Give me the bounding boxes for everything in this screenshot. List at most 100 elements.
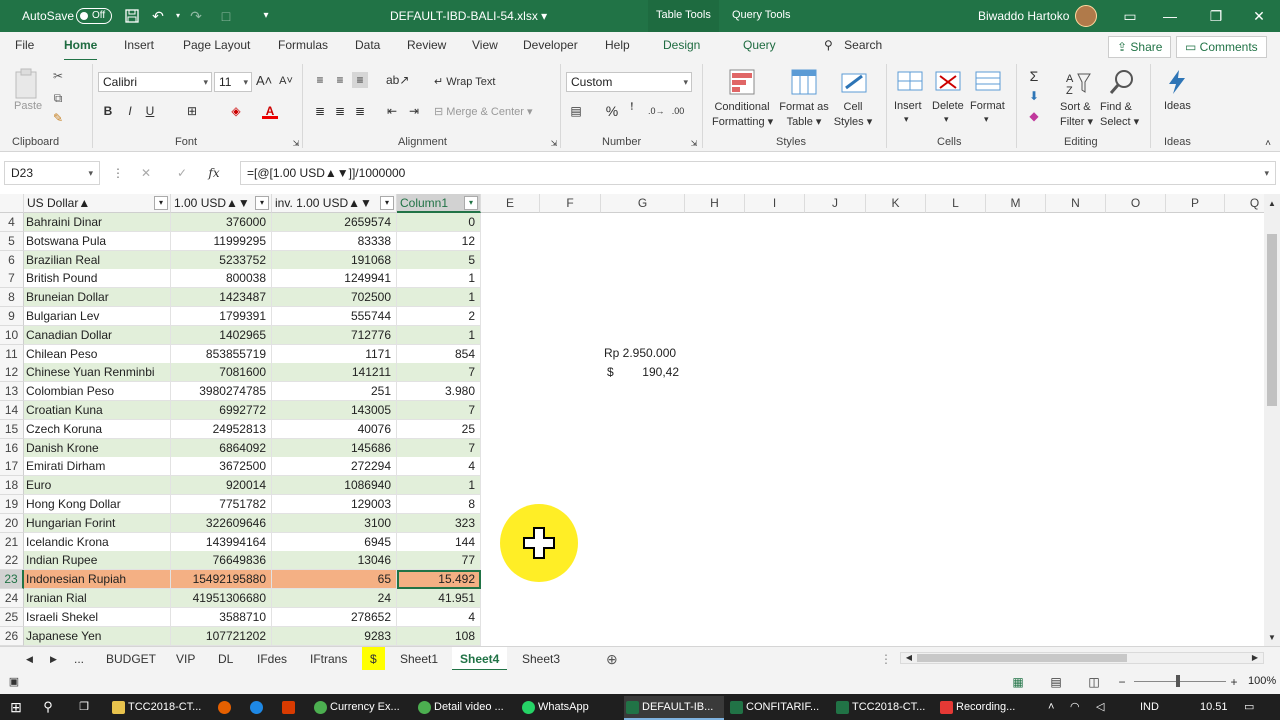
accounting-format-icon[interactable]: ▤ <box>568 103 584 119</box>
cell-styles-icon[interactable] <box>840 68 868 96</box>
sheet-tab-iftrans[interactable]: IFtrans <box>302 647 355 671</box>
cell-c1[interactable]: 15.492 <box>397 570 481 589</box>
cell-c1[interactable]: 12 <box>397 232 481 251</box>
customize-qat-icon[interactable]: ▾ <box>258 8 274 24</box>
column-header-n[interactable]: N <box>1046 194 1106 213</box>
add-sheet-icon[interactable]: ⊕ <box>598 647 626 671</box>
cell-usd[interactable]: 920014 <box>171 476 272 495</box>
tab-query[interactable]: Query <box>743 38 776 52</box>
sheet-tab-sheet1[interactable]: Sheet1 <box>392 647 446 671</box>
sheet-tab-more[interactable]: ... <box>66 647 92 671</box>
insert-cells-icon[interactable] <box>896 68 924 96</box>
redo-icon[interactable]: ↷ <box>188 8 204 24</box>
cell-usd[interactable]: 3980274785 <box>171 382 272 401</box>
wrap-text-button[interactable]: ↵ Wrap Text <box>434 75 495 88</box>
cell-c1[interactable]: 7 <box>397 401 481 420</box>
task-view-icon[interactable]: ❐ <box>72 696 96 720</box>
undo-dropdown-icon[interactable]: ▾ <box>170 8 186 24</box>
cell-usd[interactable]: 24952813 <box>171 420 272 439</box>
cell-name[interactable]: Botswana Pula <box>24 232 171 251</box>
align-bottom-icon[interactable]: ≡ <box>352 72 368 88</box>
cell-inv[interactable]: 1086940 <box>272 476 397 495</box>
network-icon[interactable]: ◠ <box>1070 696 1084 720</box>
paste-icon[interactable] <box>12 68 42 100</box>
format-as-table-button[interactable]: Format as Table ▾ <box>778 100 830 130</box>
format-as-table-icon[interactable] <box>790 68 818 96</box>
row-header[interactable]: 19 <box>0 495 24 514</box>
cell-usd[interactable]: 3672500 <box>171 457 272 476</box>
cell-c1[interactable]: 7 <box>397 439 481 458</box>
cell-styles-button[interactable]: Cell Styles ▾ <box>832 100 874 130</box>
cell-name[interactable]: Croatian Kuna <box>24 401 171 420</box>
cell-inv[interactable]: 191068 <box>272 251 397 270</box>
comments-button[interactable]: ▭ Comments <box>1176 36 1267 58</box>
zoom-in-icon[interactable]: + <box>1226 674 1242 690</box>
cell-inv[interactable]: 272294 <box>272 457 397 476</box>
column-header-us-dollar[interactable]: US Dollar▲ ▾ <box>24 194 171 213</box>
notifications-icon[interactable]: ▭ <box>1244 696 1262 720</box>
cell-c1[interactable]: 8 <box>397 495 481 514</box>
column-header-column1[interactable]: Column1 ▾ <box>397 194 481 213</box>
cell-name[interactable]: British Pound <box>24 269 171 288</box>
cell-inv[interactable]: 141211 <box>272 363 397 382</box>
scroll-up-icon[interactable]: ▲ <box>1264 196 1280 212</box>
zoom-out-icon[interactable]: − <box>1114 674 1130 690</box>
cell-usd[interactable]: 143994164 <box>171 533 272 552</box>
ideas-button[interactable]: Ideas <box>1164 100 1191 112</box>
filter-dropdown-icon[interactable]: ▾ <box>255 196 269 210</box>
conditional-formatting-icon[interactable] <box>728 68 756 96</box>
zoom-level[interactable]: 100% <box>1248 675 1276 687</box>
tab-file[interactable]: File <box>15 38 34 52</box>
font-name-combo[interactable]: Calibri ▾ <box>98 72 212 92</box>
cell-usd[interactable]: 376000 <box>171 213 272 232</box>
tab-view[interactable]: View <box>472 38 498 52</box>
prev-sheet-icon[interactable]: ◀ <box>18 647 41 671</box>
next-sheet-icon[interactable]: ▶ <box>42 647 65 671</box>
cell-name[interactable]: Bahraini Dinar <box>24 213 171 232</box>
zoom-slider-track[interactable] <box>1134 681 1226 682</box>
sheet-tab-sheet3[interactable]: Sheet3 <box>514 647 568 671</box>
cell-name[interactable]: Hungarian Forint <box>24 514 171 533</box>
tab-data[interactable]: Data <box>355 38 380 52</box>
cell-usd[interactable]: 76649836 <box>171 551 272 570</box>
cut-icon[interactable]: ✂ <box>50 68 66 84</box>
row-header[interactable]: 25 <box>0 608 24 627</box>
cell-c1[interactable]: 2 <box>397 307 481 326</box>
align-left-icon[interactable]: ≣ <box>312 103 328 119</box>
cell-inv[interactable]: 251 <box>272 382 397 401</box>
collapse-ribbon-icon[interactable]: ˄ <box>1260 136 1276 152</box>
row-header[interactable]: 26 <box>0 627 24 646</box>
row-header[interactable]: 24 <box>0 589 24 608</box>
column-header-m[interactable]: M <box>986 194 1046 213</box>
font-size-combo[interactable]: 11 ▾ <box>214 72 252 92</box>
tab-home[interactable]: Home <box>64 38 98 62</box>
percent-icon[interactable]: % <box>604 103 620 119</box>
increase-decimal-icon[interactable]: .0→ <box>648 103 665 119</box>
align-right-icon[interactable]: ≣ <box>352 103 368 119</box>
row-header[interactable]: 18 <box>0 476 24 495</box>
cell-name[interactable]: Bulgarian Lev <box>24 307 171 326</box>
cell-inv[interactable]: 83338 <box>272 232 397 251</box>
clear-icon[interactable]: ◆ <box>1026 108 1042 124</box>
fill-icon[interactable]: ⬇ <box>1026 88 1042 104</box>
row-header[interactable]: 10 <box>0 326 24 345</box>
normal-view-icon[interactable]: ▦ <box>1010 674 1026 690</box>
cell-inv[interactable]: 24 <box>272 589 397 608</box>
row-header[interactable]: 14 <box>0 401 24 420</box>
cell-name[interactable]: Hong Kong Dollar <box>24 495 171 514</box>
cell-name[interactable]: Chilean Peso <box>24 345 171 364</box>
cell-inv[interactable]: 278652 <box>272 608 397 627</box>
taskbar-item[interactable]: WhatsApp <box>520 696 589 720</box>
cell-inv[interactable]: 1171 <box>272 345 397 364</box>
sheet-tab-dollar[interactable]: $ <box>362 647 385 671</box>
align-middle-icon[interactable]: ≡ <box>332 72 348 88</box>
find-select-icon[interactable] <box>1108 68 1136 96</box>
shrink-font-icon[interactable]: A˅ <box>278 73 294 89</box>
cell-inv[interactable]: 3100 <box>272 514 397 533</box>
column-header-e[interactable]: E <box>481 194 540 213</box>
cell-c1[interactable]: 108 <box>397 627 481 646</box>
insert-function-button[interactable]: fx <box>206 165 222 181</box>
sheet-tab-sheet4[interactable]: Sheet4 <box>452 647 508 671</box>
close-icon[interactable]: ✕ <box>1236 0 1280 32</box>
format-cells-icon[interactable] <box>974 68 1002 96</box>
